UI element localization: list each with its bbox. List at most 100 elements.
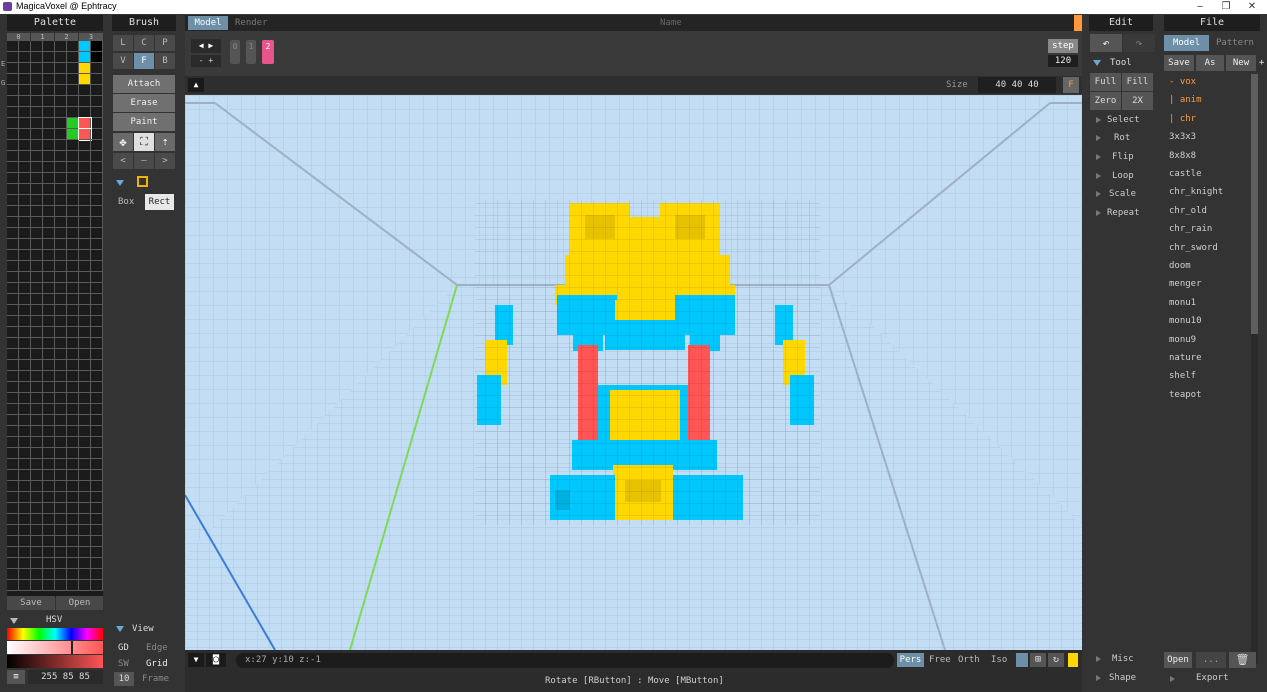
palette-swatch[interactable] bbox=[67, 360, 79, 371]
palette-swatch[interactable] bbox=[67, 492, 79, 503]
palette-swatch[interactable] bbox=[31, 41, 43, 52]
palette-swatch[interactable] bbox=[91, 195, 103, 206]
palette-swatch[interactable] bbox=[19, 503, 31, 514]
palette-save-button[interactable]: Save bbox=[7, 596, 55, 610]
palette-swatch[interactable] bbox=[79, 459, 91, 470]
view-gd-toggle[interactable]: GD bbox=[118, 640, 129, 656]
palette-swatch[interactable] bbox=[79, 239, 91, 250]
palette-swatch[interactable] bbox=[43, 426, 55, 437]
palette-swatch[interactable] bbox=[55, 151, 67, 162]
palette-swatch[interactable] bbox=[91, 96, 103, 107]
palette-swatch[interactable] bbox=[79, 96, 91, 107]
palette-swatch[interactable] bbox=[31, 514, 43, 525]
palette-swatch[interactable] bbox=[55, 162, 67, 173]
misc-expand-icon[interactable] bbox=[1096, 656, 1101, 662]
palette-swatch[interactable] bbox=[79, 217, 91, 228]
palette-swatch[interactable] bbox=[79, 162, 91, 173]
palette-swatch[interactable] bbox=[79, 74, 91, 85]
palette-swatch[interactable] bbox=[7, 195, 19, 206]
palette-swatch[interactable] bbox=[43, 63, 55, 74]
palette-swatch[interactable] bbox=[43, 327, 55, 338]
palette-swatch[interactable] bbox=[78, 128, 92, 141]
hsv-collapse-icon[interactable] bbox=[10, 618, 18, 624]
palette-swatch[interactable] bbox=[7, 514, 19, 525]
palette-swatch[interactable] bbox=[55, 316, 67, 327]
restore-button[interactable]: ❐ bbox=[1214, 0, 1238, 14]
palette-swatch[interactable] bbox=[19, 96, 31, 107]
palette-swatch[interactable] bbox=[55, 459, 67, 470]
palette-swatch[interactable] bbox=[31, 162, 43, 173]
camera-icon[interactable]: ◙ bbox=[206, 653, 226, 667]
palette-swatch[interactable] bbox=[67, 437, 79, 448]
palette-swatch[interactable] bbox=[67, 41, 79, 52]
palette-swatch[interactable] bbox=[55, 74, 67, 85]
palette-swatch[interactable] bbox=[31, 316, 43, 327]
palette-swatch[interactable] bbox=[91, 52, 103, 63]
frame-2[interactable]: 2 bbox=[262, 40, 274, 64]
palette-swatch[interactable] bbox=[19, 316, 31, 327]
palette-swatch[interactable] bbox=[7, 173, 19, 184]
palette-swatch[interactable] bbox=[55, 437, 67, 448]
palette-swatch[interactable] bbox=[55, 206, 67, 217]
rgb-value-field[interactable]: 255 85 85 bbox=[28, 670, 103, 684]
palette-swatch[interactable] bbox=[7, 250, 19, 261]
palette-swatch[interactable] bbox=[91, 151, 103, 162]
palette-swatch[interactable] bbox=[19, 580, 31, 591]
palette-swatch[interactable] bbox=[31, 580, 43, 591]
shape-collapse-icon[interactable] bbox=[116, 180, 124, 186]
palette-swatch[interactable] bbox=[7, 569, 19, 580]
palette-swatch[interactable] bbox=[67, 283, 79, 294]
palette-swatch[interactable] bbox=[7, 371, 19, 382]
palette-swatch[interactable] bbox=[67, 140, 79, 151]
palette-swatch[interactable] bbox=[79, 558, 91, 569]
palette-swatch[interactable] bbox=[7, 426, 19, 437]
palette-swatch[interactable] bbox=[55, 349, 67, 360]
palette-swatch[interactable] bbox=[79, 426, 91, 437]
palette-swatch[interactable] bbox=[79, 272, 91, 283]
palette-swatch[interactable] bbox=[31, 525, 43, 536]
palette-swatch[interactable] bbox=[43, 393, 55, 404]
palette-swatch[interactable] bbox=[19, 536, 31, 547]
palette-swatch[interactable] bbox=[31, 470, 43, 481]
palette-swatch[interactable] bbox=[67, 184, 79, 195]
file-list-item[interactable]: chr_knight bbox=[1169, 185, 1223, 199]
palette-swatch[interactable] bbox=[79, 294, 91, 305]
palette-swatch[interactable] bbox=[79, 41, 91, 52]
palette-swatch[interactable] bbox=[43, 514, 55, 525]
palette-swatch[interactable] bbox=[7, 52, 19, 63]
palette-swatch[interactable] bbox=[31, 239, 43, 250]
palette-swatch[interactable] bbox=[91, 129, 103, 140]
palette-swatch[interactable] bbox=[7, 228, 19, 239]
palette-swatch[interactable] bbox=[19, 74, 31, 85]
palette-swatch[interactable] bbox=[79, 525, 91, 536]
palette-swatch[interactable] bbox=[19, 250, 31, 261]
palette-swatch[interactable] bbox=[43, 492, 55, 503]
palette-swatch[interactable] bbox=[91, 173, 103, 184]
palette-swatch[interactable] bbox=[91, 41, 103, 52]
palette-swatch[interactable] bbox=[79, 404, 91, 415]
palette-swatch[interactable] bbox=[55, 371, 67, 382]
palette-swatch[interactable] bbox=[91, 371, 103, 382]
scale-expand-icon[interactable] bbox=[1096, 191, 1101, 197]
palette-swatch[interactable] bbox=[91, 184, 103, 195]
palette-swatch[interactable] bbox=[31, 547, 43, 558]
file-list-item[interactable]: 3x3x3 bbox=[1169, 130, 1196, 144]
palette-swatch[interactable] bbox=[55, 261, 67, 272]
select-expand-icon[interactable] bbox=[1096, 117, 1101, 123]
palette-swatch[interactable] bbox=[67, 404, 79, 415]
palette-swatch[interactable] bbox=[79, 470, 91, 481]
palette-tab-1[interactable]: 1 bbox=[31, 33, 54, 41]
file-list-item[interactable]: | chr bbox=[1169, 112, 1196, 126]
file-as-button[interactable]: As bbox=[1196, 55, 1224, 71]
file-new-button[interactable]: New bbox=[1226, 55, 1256, 71]
shape-box-option[interactable]: Box bbox=[118, 194, 134, 210]
palette-swatch[interactable] bbox=[79, 448, 91, 459]
erase-button[interactable]: Erase bbox=[113, 94, 175, 112]
palette-swatch[interactable] bbox=[7, 140, 19, 151]
palette-swatch[interactable] bbox=[43, 151, 55, 162]
select-region-icon[interactable]: ⛶ bbox=[134, 133, 154, 151]
palette-swatch[interactable] bbox=[31, 448, 43, 459]
shape-expand-icon[interactable] bbox=[1096, 675, 1101, 681]
palette-swatch[interactable] bbox=[7, 41, 19, 52]
palette-swatch[interactable] bbox=[55, 107, 67, 118]
